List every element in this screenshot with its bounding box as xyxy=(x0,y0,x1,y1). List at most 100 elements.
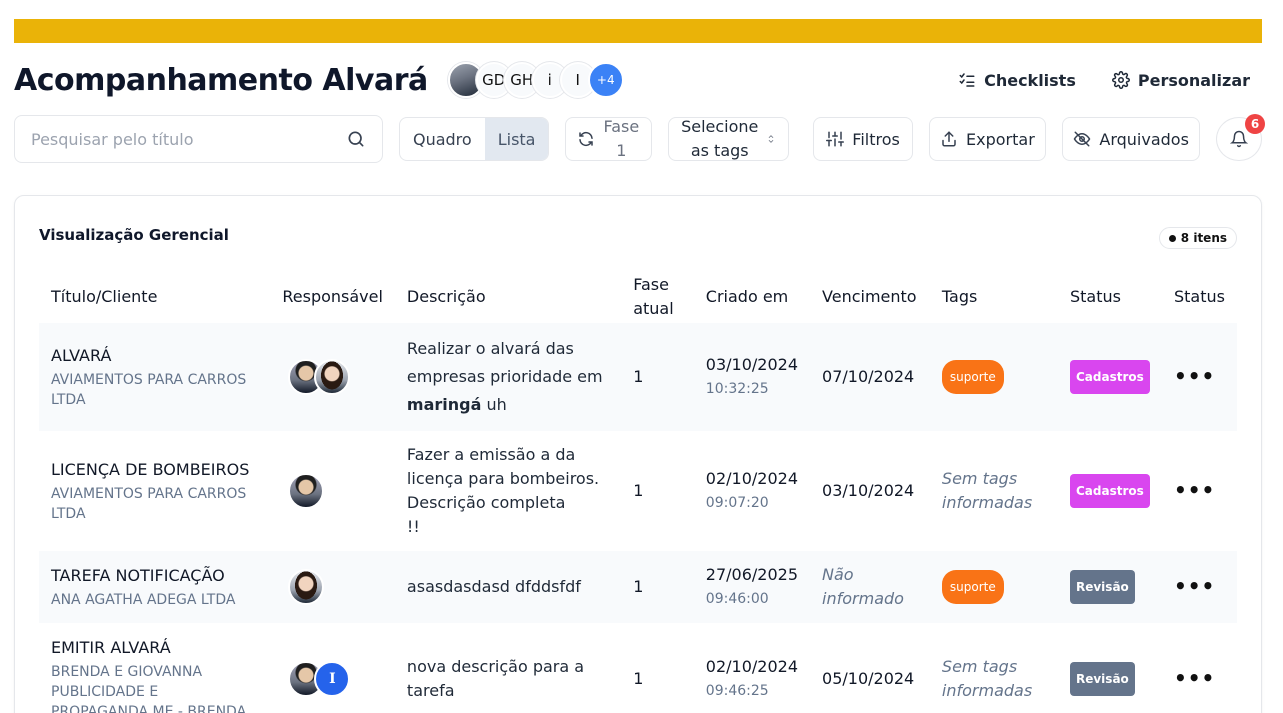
task-title[interactable]: LICENÇA DE BOMBEIROS xyxy=(51,458,258,482)
page-header: Acompanhamento Alvará GD GH i I +4 Check… xyxy=(14,58,1262,102)
column-header[interactable]: Criado em xyxy=(694,271,810,323)
column-header[interactable]: Status xyxy=(1058,271,1162,323)
view-toggle[interactable]: Quadro Lista xyxy=(398,117,549,161)
phase-label: Fase xyxy=(603,117,640,136)
column-header[interactable]: Responsável xyxy=(270,271,395,323)
table-row[interactable]: EMITIR ALVARÁ BRENDA E GIOVANNA PUBLICID… xyxy=(39,623,1237,713)
status-badge[interactable]: Cadastros xyxy=(1069,474,1150,508)
tags-select[interactable]: Selecione as tags xyxy=(668,117,790,161)
toolbar: Quadro Lista Fase 1 Selecione as tags Fi… xyxy=(14,114,1265,163)
task-title[interactable]: EMITIR ALVARÁ xyxy=(51,636,258,660)
tag-badge[interactable]: suporte xyxy=(941,360,1004,394)
phase-cell: 1 xyxy=(621,323,694,431)
task-title[interactable]: TAREFA NOTIFICAÇÃO xyxy=(51,564,258,588)
more-actions-icon[interactable]: ••• xyxy=(1174,364,1215,388)
gear-icon xyxy=(1111,71,1130,89)
management-view-card: Visualização Gerencial 8 itens Título/Cl… xyxy=(14,195,1262,713)
column-header[interactable]: Tags xyxy=(930,271,1058,323)
task-client: AVIAMENTOS PARA CARROS LTDA xyxy=(51,486,247,522)
status-badge[interactable]: Cadastros xyxy=(1069,360,1150,394)
table-header-row: Título/Cliente Responsável Descrição Fas… xyxy=(39,271,1237,323)
checklists-button[interactable]: Checklists xyxy=(958,71,1076,90)
archived-button[interactable]: Arquivados xyxy=(1062,117,1201,161)
task-client: ANA AGATHA ADEGA LTDA xyxy=(51,592,236,608)
table-row[interactable]: LICENÇA DE BOMBEIROS AVIAMENTOS PARA CAR… xyxy=(39,431,1237,551)
phase-cell: 1 xyxy=(621,551,694,623)
tag-badge[interactable]: suporte xyxy=(941,570,1004,604)
responsible-avatar[interactable] xyxy=(288,473,325,509)
task-title[interactable]: ALVARÁ xyxy=(51,344,258,368)
created-cell: 02/10/2024 09:46:25 xyxy=(705,657,799,699)
due-cell: Não informado xyxy=(810,551,930,623)
card-title: Visualização Gerencial xyxy=(39,226,229,244)
responsible-avatar-initial[interactable]: I xyxy=(314,661,351,697)
description-cell: Fazer a emissão a da licença para bombei… xyxy=(406,445,600,536)
task-client: BRENDA E GIOVANNA PUBLICIDADE E PROPAGAN… xyxy=(51,664,247,713)
member-avatars[interactable]: GD GH i I +4 xyxy=(447,62,624,98)
search-input[interactable] xyxy=(31,129,346,149)
responsible-avatar[interactable] xyxy=(288,569,325,605)
page-title: Acompanhamento Alvará xyxy=(14,62,428,98)
export-label: Exportar xyxy=(966,129,1035,149)
filters-button[interactable]: Filtros xyxy=(813,117,913,161)
actions-cell: ••• xyxy=(1162,431,1237,551)
status-badge[interactable]: Revisão xyxy=(1069,662,1135,696)
column-header[interactable]: Fase atual xyxy=(621,271,694,323)
column-header[interactable]: Título/Cliente xyxy=(39,271,270,323)
notifications-button[interactable]: 6 xyxy=(1216,114,1265,161)
table-row[interactable]: ALVARÁ AVIAMENTOS PARA CARROS LTDA Reali… xyxy=(39,323,1237,431)
due-cell: 03/10/2024 xyxy=(822,481,915,500)
status-badge[interactable]: Revisão xyxy=(1069,570,1135,604)
column-header[interactable]: Vencimento xyxy=(810,271,930,323)
column-header[interactable]: Descrição xyxy=(395,271,621,323)
table-row[interactable]: TAREFA NOTIFICAÇÃO ANA AGATHA ADEGA LTDA… xyxy=(39,551,1237,623)
tags-cell: Sem tags informadas xyxy=(941,469,1033,512)
customize-button[interactable]: Personalizar xyxy=(1111,70,1250,90)
responsible-cell xyxy=(270,323,395,431)
items-count: 8 itens xyxy=(1180,231,1227,245)
phase-cell: 1 xyxy=(633,669,644,688)
filters-label: Filtros xyxy=(852,129,900,149)
top-accent-bar xyxy=(14,19,1262,43)
more-actions-icon[interactable]: ••• xyxy=(1174,666,1215,690)
tags-select-label: Selecione xyxy=(681,117,759,136)
due-cell: 05/10/2024 xyxy=(822,669,915,688)
sliders-icon xyxy=(826,131,845,147)
status-cell: Revisão xyxy=(1058,623,1162,713)
title-cell: TAREFA NOTIFICAÇÃO ANA AGATHA ADEGA LTDA xyxy=(39,551,271,623)
customize-label: Personalizar xyxy=(1137,70,1250,90)
export-button[interactable]: Exportar xyxy=(928,117,1047,161)
created-cell: 02/10/2024 09:07:20 xyxy=(705,469,799,511)
actions-cell: ••• xyxy=(1161,323,1237,431)
tags-select-label-2: as tags xyxy=(690,141,749,160)
created-cell: 27/06/2025 09:46:00 xyxy=(693,551,811,623)
view-list-tab[interactable]: Lista xyxy=(484,118,548,160)
title-cell: ALVARÁ AVIAMENTOS PARA CARROS LTDA xyxy=(39,323,271,431)
responsible-avatar[interactable] xyxy=(314,359,351,395)
more-actions-icon[interactable]: ••• xyxy=(1174,574,1215,598)
view-board-tab[interactable]: Quadro xyxy=(400,118,485,160)
description-cell: Realizar o alvará das empresas prioridad… xyxy=(394,323,622,431)
description-cell: nova descrição para a tarefa xyxy=(406,657,585,700)
responsible-cell xyxy=(270,431,395,551)
column-header[interactable]: Status xyxy=(1162,271,1237,323)
refresh-icon xyxy=(579,131,594,147)
created-cell: 03/10/2024 10:32:25 xyxy=(693,323,811,431)
dot-icon xyxy=(1168,234,1176,242)
notifications-badge: 6 xyxy=(1245,114,1265,134)
chevron-updown-icon xyxy=(768,135,774,143)
due-cell: 07/10/2024 xyxy=(810,323,930,431)
phase-button[interactable]: Fase 1 xyxy=(564,117,653,161)
tasks-table: Título/Cliente Responsável Descrição Fas… xyxy=(39,271,1237,713)
title-cell: EMITIR ALVARÁ BRENDA E GIOVANNA PUBLICID… xyxy=(39,623,270,713)
search-icon[interactable] xyxy=(346,129,366,149)
more-members-avatar[interactable]: +4 xyxy=(587,62,624,98)
search-box[interactable] xyxy=(14,115,383,163)
actions-cell: ••• xyxy=(1161,551,1237,623)
bell-icon xyxy=(1230,130,1249,148)
title-cell: LICENÇA DE BOMBEIROS AVIAMENTOS PARA CAR… xyxy=(39,431,270,551)
tags-cell: suporte xyxy=(929,551,1058,623)
more-actions-icon[interactable]: ••• xyxy=(1174,478,1215,502)
upload-icon xyxy=(942,131,956,147)
task-client: AVIAMENTOS PARA CARROS LTDA xyxy=(51,372,247,408)
